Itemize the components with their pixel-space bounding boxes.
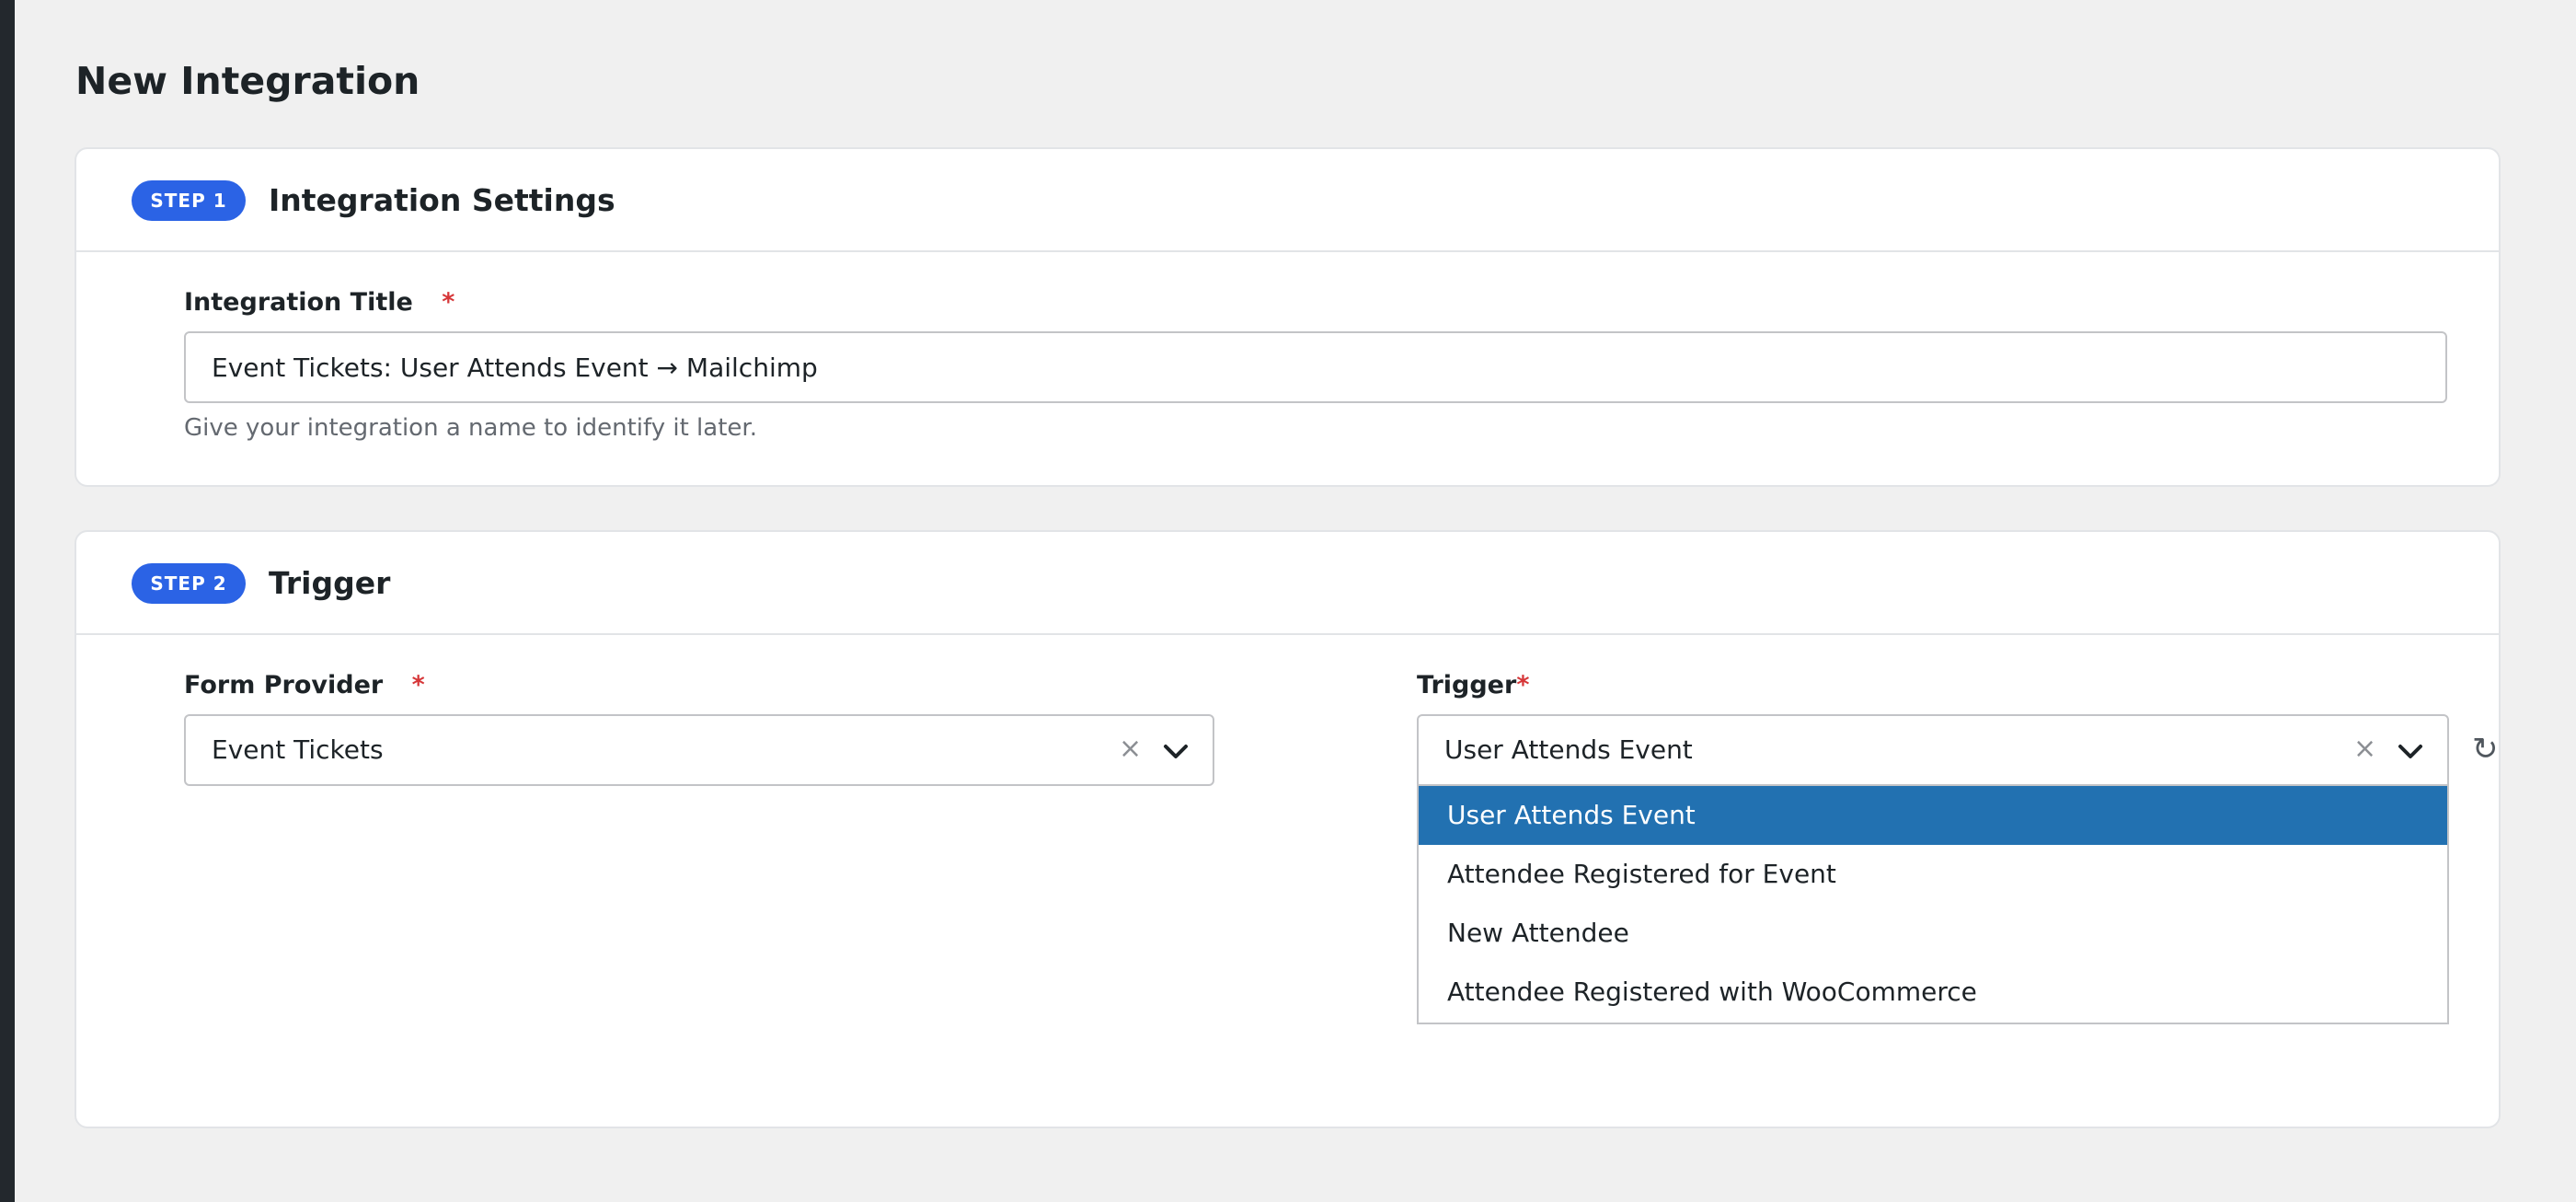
trigger-option[interactable]: New Attendee [1419, 904, 2447, 963]
card-header: STEP 1 Integration Settings [76, 149, 2499, 252]
form-provider-select[interactable]: Event Tickets × [184, 714, 1214, 786]
card-title: Integration Settings [269, 182, 615, 218]
refresh-icon[interactable]: ↻ [2472, 731, 2499, 768]
integration-title-input[interactable] [184, 331, 2447, 403]
integration-settings-card: STEP 1 Integration Settings Integration … [75, 147, 2501, 487]
step-badge: STEP 1 [132, 180, 246, 221]
integration-title-help: Give your integration a name to identify… [184, 414, 757, 442]
trigger-select[interactable]: User Attends Event × [1417, 714, 2449, 786]
trigger-options-list: User Attends Event Attendee Registered f… [1417, 786, 2449, 1024]
chevron-down-icon[interactable] [1161, 736, 1190, 766]
close-icon[interactable]: × [2353, 716, 2376, 782]
trigger-option[interactable]: Attendee Registered for Event [1419, 845, 2447, 904]
card-header: STEP 2 Trigger [76, 532, 2499, 635]
page-title: New Integration [75, 59, 420, 103]
trigger-option[interactable]: User Attends Event [1419, 786, 2447, 845]
step-badge: STEP 2 [132, 563, 246, 604]
required-mark: * [411, 671, 425, 699]
close-icon[interactable]: × [1119, 716, 1142, 782]
form-provider-label: Form Provider * [184, 670, 425, 701]
required-mark: * [442, 288, 455, 317]
form-provider-label-text: Form Provider [184, 671, 384, 699]
required-mark: * [1516, 671, 1530, 699]
integration-title-label-text: Integration Title [184, 288, 413, 317]
admin-sidebar-edge [0, 0, 15, 1202]
card-title: Trigger [269, 565, 391, 601]
trigger-value: User Attends Event [1444, 734, 1693, 765]
trigger-option[interactable]: Attendee Registered with WooCommerce [1419, 963, 2447, 1022]
trigger-label-text: Trigger [1417, 671, 1517, 699]
trigger-label: Trigger* [1417, 670, 1529, 701]
form-provider-value: Event Tickets [212, 734, 384, 765]
trigger-card: STEP 2 Trigger Form Provider * Event Tic… [75, 530, 2501, 1128]
chevron-down-icon[interactable] [2396, 736, 2425, 766]
integration-title-label: Integration Title * [184, 287, 454, 318]
